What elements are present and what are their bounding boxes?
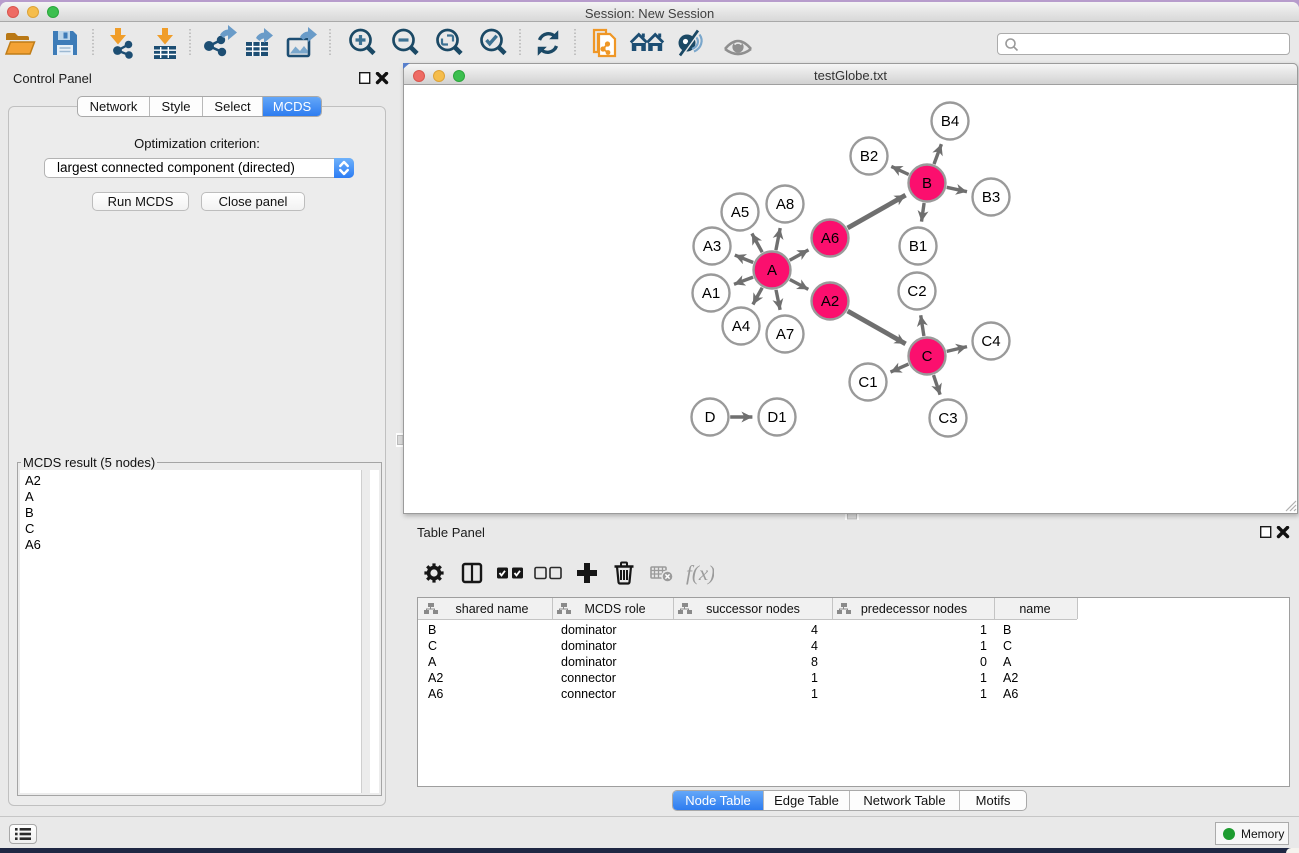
svg-text:f(x): f(x) bbox=[686, 561, 714, 585]
svg-text:A4: A4 bbox=[732, 318, 750, 335]
svg-text:B: B bbox=[428, 623, 436, 637]
svg-text:C: C bbox=[1003, 639, 1012, 653]
svg-text:1: 1 bbox=[811, 687, 818, 701]
svg-text:B1: B1 bbox=[909, 238, 927, 255]
svg-text:B2: B2 bbox=[860, 148, 878, 165]
svg-text:A2: A2 bbox=[428, 671, 443, 685]
svg-text:C: C bbox=[428, 639, 437, 653]
svg-text:B: B bbox=[922, 175, 932, 192]
svg-text:A6: A6 bbox=[428, 687, 443, 701]
svg-text:D1: D1 bbox=[767, 409, 786, 426]
svg-text:dominator: dominator bbox=[561, 655, 617, 669]
svg-text:name: name bbox=[1019, 602, 1050, 616]
svg-text:1: 1 bbox=[980, 623, 987, 637]
svg-text:1: 1 bbox=[811, 671, 818, 685]
svg-text:C1: C1 bbox=[858, 374, 877, 391]
svg-text:C3: C3 bbox=[938, 410, 957, 427]
svg-text:A6: A6 bbox=[1003, 687, 1018, 701]
svg-text:A1: A1 bbox=[702, 285, 720, 302]
svg-text:C2: C2 bbox=[907, 283, 926, 300]
svg-text:A: A bbox=[1003, 655, 1012, 669]
svg-text:1: 1 bbox=[980, 687, 987, 701]
svg-text:dominator: dominator bbox=[561, 639, 617, 653]
svg-text:A3: A3 bbox=[703, 238, 721, 255]
svg-text:0: 0 bbox=[980, 655, 987, 669]
svg-text:A2: A2 bbox=[1003, 671, 1018, 685]
svg-text:A6: A6 bbox=[821, 230, 839, 247]
svg-text:A8: A8 bbox=[776, 196, 794, 213]
svg-text:dominator: dominator bbox=[561, 623, 617, 637]
svg-text:1: 1 bbox=[980, 671, 987, 685]
svg-text:4: 4 bbox=[811, 623, 818, 637]
svg-text:B: B bbox=[1003, 623, 1011, 637]
svg-text:D: D bbox=[705, 409, 716, 426]
svg-text:A5: A5 bbox=[731, 204, 749, 221]
svg-text:A2: A2 bbox=[821, 293, 839, 310]
svg-text:C4: C4 bbox=[981, 333, 1000, 350]
svg-text:connector: connector bbox=[561, 671, 616, 685]
svg-text:A: A bbox=[767, 262, 777, 279]
svg-text:B4: B4 bbox=[941, 113, 959, 130]
svg-text:C: C bbox=[922, 348, 933, 365]
svg-text:predecessor nodes: predecessor nodes bbox=[861, 602, 967, 616]
svg-text:MCDS role: MCDS role bbox=[584, 602, 645, 616]
svg-text:8: 8 bbox=[811, 655, 818, 669]
svg-text:1: 1 bbox=[980, 639, 987, 653]
svg-text:A7: A7 bbox=[776, 326, 794, 343]
svg-text:A: A bbox=[428, 655, 437, 669]
svg-text:successor nodes: successor nodes bbox=[706, 602, 800, 616]
svg-text:4: 4 bbox=[811, 639, 818, 653]
svg-text:shared name: shared name bbox=[456, 602, 529, 616]
svg-text:connector: connector bbox=[561, 687, 616, 701]
svg-text:B3: B3 bbox=[982, 189, 1000, 206]
